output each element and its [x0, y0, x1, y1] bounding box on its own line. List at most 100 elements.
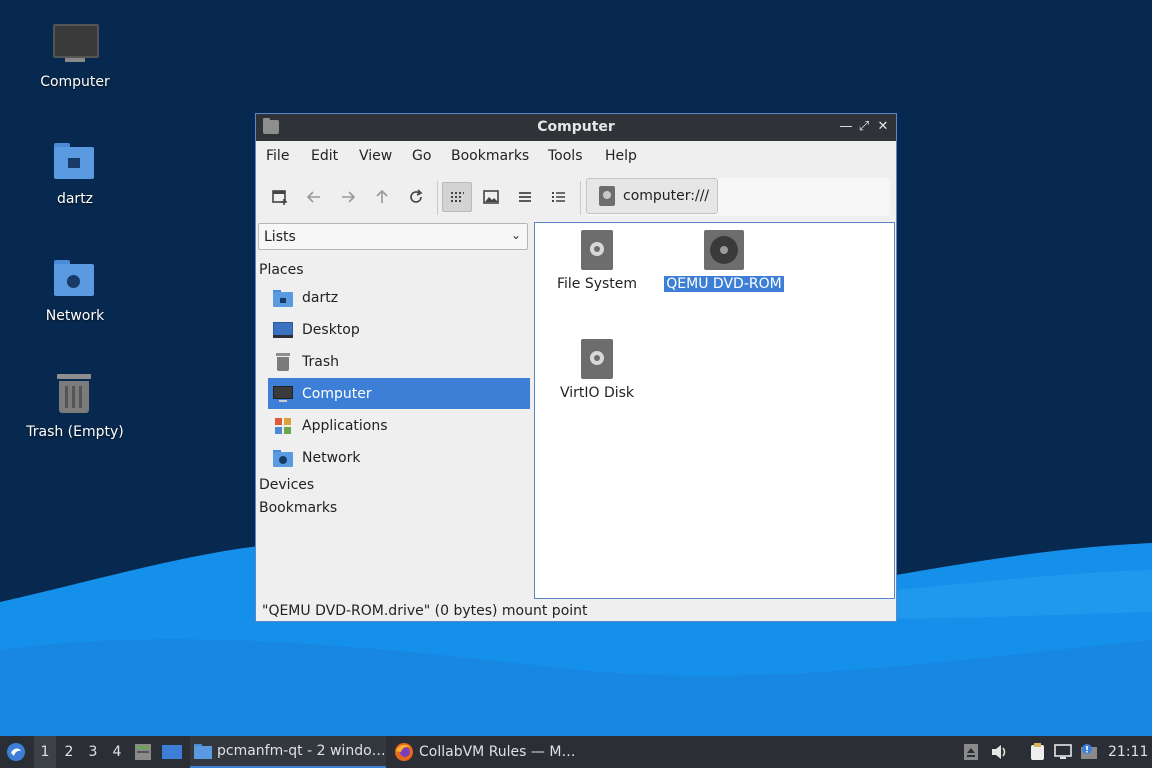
menu-tools[interactable]: Tools: [548, 148, 583, 164]
trash-icon: [51, 372, 99, 420]
path-button-computer[interactable]: computer:///: [586, 178, 718, 214]
back-icon[interactable]: [299, 182, 329, 212]
desktop-icon: [273, 321, 293, 339]
taskbar: 1 2 3 4 pcmanfm-qt - 2 windo… CollabVM R…: [0, 736, 1152, 768]
section-bookmarks[interactable]: Bookmarks: [259, 500, 337, 516]
status-bar: "QEMU DVD-ROM.drive" (0 bytes) mount poi…: [256, 602, 896, 622]
reload-icon[interactable]: [401, 182, 431, 212]
detailed-list-view-icon[interactable]: [544, 182, 574, 212]
drive-icon: [581, 230, 613, 270]
window-titlebar[interactable]: Computer — ⤢ ✕: [256, 114, 896, 141]
sidebar-item-label: Trash: [302, 353, 339, 370]
file-item-qemu-dvd-rom[interactable]: QEMU DVD-ROM: [664, 230, 784, 292]
section-devices[interactable]: Devices: [259, 477, 314, 493]
clock[interactable]: 21:11: [1108, 736, 1148, 768]
desktop-icon: [162, 745, 182, 759]
volume-icon[interactable]: [990, 736, 1008, 768]
sidebar-item-label: Computer: [302, 385, 372, 402]
toolbar-separator: [580, 181, 581, 215]
network-folder-icon: [51, 256, 99, 304]
drive-icon: [581, 339, 613, 379]
file-view[interactable]: File System QEMU DVD-ROM VirtIO Disk: [534, 222, 895, 599]
thumbnail-view-icon[interactable]: [476, 182, 506, 212]
network-status-icon[interactable]: [1054, 736, 1072, 768]
file-item-label: QEMU DVD-ROM: [664, 276, 784, 292]
home-folder-icon: [51, 139, 99, 187]
workspace-2[interactable]: 2: [58, 736, 80, 768]
desktop-icon-label: Trash (Empty): [26, 424, 124, 440]
workspace-1[interactable]: 1: [34, 736, 56, 768]
menu-file[interactable]: File: [266, 148, 289, 164]
desktop-icon-label: Network: [45, 308, 105, 324]
file-item-label: File System: [556, 276, 638, 292]
sidebar-item-trash[interactable]: Trash: [268, 346, 530, 377]
optical-drive-icon: [704, 230, 744, 270]
file-manager-window: Computer — ⤢ ✕ File Edit View Go Bookmar…: [255, 113, 897, 622]
file-item-virtio-disk[interactable]: VirtIO Disk: [537, 339, 657, 401]
file-item-label: VirtIO Disk: [559, 385, 635, 401]
task-label: pcmanfm-qt - 2 windo…: [217, 743, 386, 759]
menu-edit[interactable]: Edit: [311, 148, 338, 164]
sidebar-item-applications[interactable]: Applications: [268, 410, 530, 441]
tray-eject-icon[interactable]: [962, 736, 980, 768]
path-label: computer:///: [623, 188, 710, 204]
home-folder-icon: [273, 289, 293, 307]
compact-view-icon[interactable]: [510, 182, 540, 212]
menu-bookmarks[interactable]: Bookmarks: [451, 148, 529, 164]
folder-icon: [194, 744, 212, 759]
task-firefox[interactable]: CollabVM Rules — M…: [390, 736, 590, 768]
icon-view-icon[interactable]: [442, 182, 472, 212]
task-pcmanfm[interactable]: pcmanfm-qt - 2 windo…: [190, 736, 386, 768]
chevron-down-icon: ⌄: [510, 228, 521, 242]
desktop-icon-label: dartz: [56, 191, 94, 207]
sidebar: Lists ⌄ Places dartz Desktop Trash Compu…: [256, 222, 534, 602]
desktop-icon-computer[interactable]: Computer: [15, 22, 135, 90]
update-notifier-icon[interactable]: [1080, 736, 1098, 768]
sidebar-item-computer[interactable]: Computer: [268, 378, 530, 409]
desktop-icon-trash[interactable]: Trash (Empty): [15, 372, 135, 440]
toolbar-separator: [437, 181, 438, 215]
sidebar-item-label: Network: [302, 449, 361, 466]
desktop-icon-dartz[interactable]: dartz: [15, 139, 135, 207]
section-places[interactable]: Places: [259, 262, 304, 278]
window-title: Computer: [537, 119, 615, 135]
forward-icon[interactable]: [333, 182, 363, 212]
start-menu-button[interactable]: [4, 736, 28, 768]
firefox-icon: [395, 743, 413, 761]
desktop-icon-label: Computer: [40, 74, 110, 90]
show-desktop-button[interactable]: [162, 736, 184, 768]
quicklaunch-files[interactable]: [134, 736, 154, 768]
workspace-3[interactable]: 3: [82, 736, 104, 768]
sidebar-item-network[interactable]: Network: [268, 442, 530, 473]
up-icon[interactable]: [367, 182, 397, 212]
clipboard-icon[interactable]: [1028, 736, 1046, 768]
file-item-file-system[interactable]: File System: [537, 230, 657, 292]
menu-help[interactable]: Help: [605, 148, 637, 164]
menu-bar: File Edit View Go Bookmarks Tools Help: [256, 141, 896, 172]
sidebar-item-label: dartz: [302, 289, 339, 306]
new-window-icon[interactable]: [265, 182, 295, 212]
lxqt-logo-icon: [7, 743, 25, 761]
sidebar-item-label: Applications: [302, 417, 388, 434]
trash-icon: [273, 352, 293, 371]
sidebar-mode-select[interactable]: Lists ⌄: [258, 223, 528, 250]
maximize-button[interactable]: ⤢: [856, 119, 872, 135]
computer-icon: [51, 22, 99, 70]
address-bar: computer:///: [586, 178, 890, 216]
minimize-button[interactable]: —: [838, 119, 854, 135]
status-text: "QEMU DVD-ROM.drive" (0 bytes) mount poi…: [262, 603, 588, 619]
workspace-4[interactable]: 4: [106, 736, 128, 768]
sidebar-item-dartz[interactable]: dartz: [268, 282, 530, 313]
drive-icon: [599, 186, 615, 206]
menu-view[interactable]: View: [359, 148, 392, 164]
sidebar-item-label: Desktop: [302, 321, 360, 338]
close-button[interactable]: ✕: [875, 119, 891, 135]
menu-go[interactable]: Go: [412, 148, 431, 164]
sidebar-mode-value: Lists: [264, 229, 296, 245]
desktop-icon-network[interactable]: Network: [15, 256, 135, 324]
sidebar-item-desktop[interactable]: Desktop: [268, 314, 530, 345]
applications-icon: [273, 417, 293, 435]
network-icon: [273, 449, 293, 467]
task-label: CollabVM Rules — M…: [419, 744, 576, 760]
computer-icon: [273, 385, 293, 403]
